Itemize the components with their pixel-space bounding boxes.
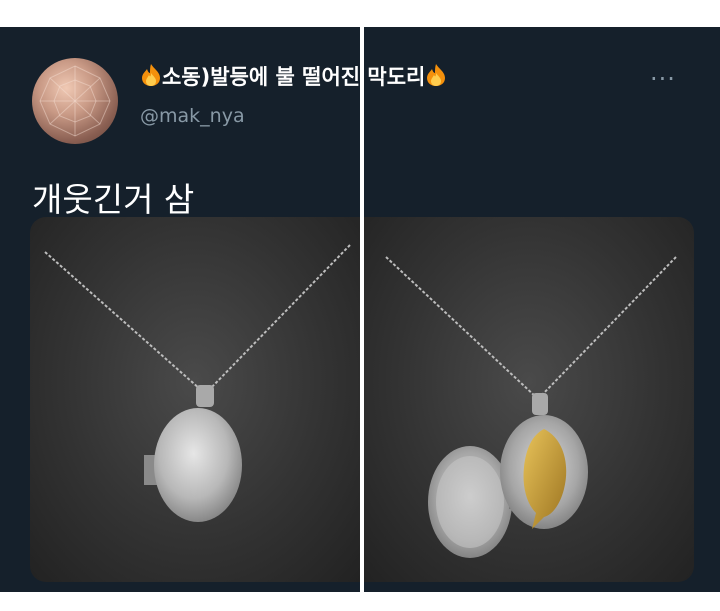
photo-closed-locket[interactable] xyxy=(30,217,360,582)
fire-icon xyxy=(427,64,446,86)
avatar-gem-icon xyxy=(39,65,111,137)
closed-locket-image xyxy=(44,244,351,522)
display-name-text: 소동)발등에 불 떨어진 막도리 xyxy=(364,65,426,89)
avatar[interactable] xyxy=(32,58,118,144)
tweet-panel-right: 소동)발등에 불 떨어진 막도리 ··· xyxy=(364,27,720,592)
display-name-left[interactable]: 소동)발등에 불 떨어진 막도리 xyxy=(140,61,360,91)
more-options-button[interactable]: ··· xyxy=(650,65,676,93)
tweet-text: 개웃긴거 삼 xyxy=(32,180,195,219)
screenshot-canvas: 소동)발등에 불 떨어진 막도리 @mak_nya 개웃긴거 삼 xyxy=(0,0,720,611)
fire-icon xyxy=(142,64,160,86)
open-locket-fish-image xyxy=(385,256,677,558)
user-handle[interactable]: @mak_nya xyxy=(140,105,245,127)
display-name-right[interactable]: 소동)발등에 불 떨어진 막도리 xyxy=(364,61,447,91)
display-name-text: 소동)발등에 불 떨어진 막도리 xyxy=(162,65,360,89)
tweet-panel-left: 소동)발등에 불 떨어진 막도리 @mak_nya 개웃긴거 삼 xyxy=(0,27,360,592)
photo-open-locket[interactable] xyxy=(364,217,694,582)
